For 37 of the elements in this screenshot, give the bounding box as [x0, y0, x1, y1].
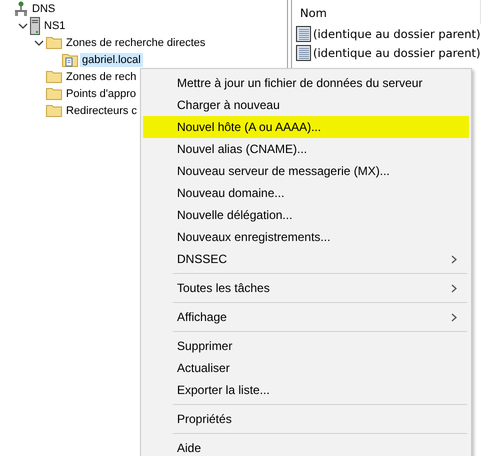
- menu-item[interactable]: Nouvel hôte (A ou AAAA)...: [143, 116, 469, 138]
- tree-item[interactable]: gabriel.local: [80, 52, 143, 66]
- tree-item[interactable]: Zones de rech: [64, 70, 138, 84]
- menu-item[interactable]: Nouveau serveur de messagerie (MX)...: [143, 160, 469, 182]
- menu-item[interactable]: Charger à nouveau: [143, 94, 469, 116]
- folder-icon: [46, 70, 62, 83]
- folder-icon: [46, 36, 62, 49]
- tree-item[interactable]: NS1: [42, 18, 68, 32]
- tree-item[interactable]: Points d'appro: [64, 86, 138, 100]
- menu-item[interactable]: Propriétés: [143, 408, 469, 430]
- tree-item[interactable]: Zones de recherche directes: [64, 36, 208, 50]
- tree-item[interactable]: Redirecteurs c: [64, 104, 139, 118]
- expand-chevron-icon[interactable]: [18, 22, 28, 30]
- expand-chevron-icon[interactable]: [34, 38, 44, 46]
- menu-item[interactable]: Supprimer: [143, 335, 469, 357]
- menu-item[interactable]: DNSSEC: [143, 248, 469, 270]
- network-icon: [14, 0, 28, 16]
- menu-item[interactable]: Nouvel alias (CNAME)...: [143, 138, 469, 160]
- folder-icon: [46, 87, 62, 100]
- menu-item[interactable]: Exporter la liste...: [143, 379, 469, 401]
- folder-icon: [46, 104, 62, 117]
- server-icon: [30, 16, 40, 34]
- menu-item[interactable]: Aide: [143, 437, 469, 456]
- column-header[interactable]: Nom: [292, 0, 481, 24]
- document-icon: [296, 44, 311, 60]
- folder-document-icon: [62, 52, 78, 67]
- list-item[interactable]: (identique au dossier parent): [313, 26, 481, 40]
- menu-item[interactable]: Nouvelle délégation...: [143, 204, 469, 226]
- menu-item[interactable]: Toutes les tâches: [143, 277, 469, 299]
- menu-item[interactable]: Nouveau domaine...: [143, 182, 469, 204]
- tree-item[interactable]: DNS: [30, 2, 58, 16]
- document-icon: [296, 26, 311, 42]
- menu-item[interactable]: Affichage: [143, 306, 469, 328]
- menu-item[interactable]: Mettre à jour un fichier de données du serveur: [143, 72, 469, 94]
- menu-item[interactable]: Nouveaux enregistrements...: [143, 226, 469, 248]
- list-item[interactable]: (identique au dossier parent): [313, 46, 481, 60]
- menu-item[interactable]: Actualiser: [143, 357, 469, 379]
